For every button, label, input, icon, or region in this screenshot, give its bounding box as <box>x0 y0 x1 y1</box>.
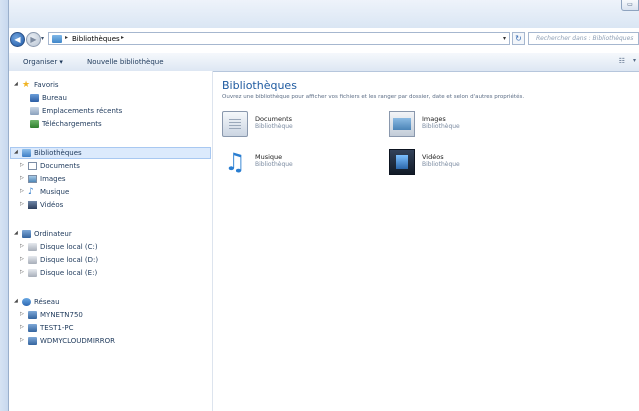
expand-arrow-icon[interactable]: ◢ <box>14 298 18 304</box>
collapse-arrow-icon[interactable]: ▷ <box>20 243 24 249</box>
library-tile-documents[interactable]: Documents Bibliothèque <box>222 111 372 139</box>
library-type: Bibliothèque <box>422 123 460 130</box>
network-computer-icon <box>28 337 37 345</box>
view-dropdown-button[interactable]: ▾ <box>633 57 636 64</box>
page-title: Bibliothèques <box>222 79 297 92</box>
tree-label: Téléchargements <box>42 120 102 128</box>
collapse-arrow-icon[interactable]: ▷ <box>20 256 24 262</box>
tree-label: Bureau <box>42 94 67 102</box>
collapse-arrow-icon[interactable]: ▷ <box>20 337 24 343</box>
breadcrumb-chevron-icon[interactable]: ▸ <box>65 34 68 41</box>
hard-drive-icon <box>28 269 37 277</box>
address-dropdown-button[interactable]: ▾ <box>503 35 506 42</box>
navigation-row: ◀ ▶ ▾ ▸ Bibliothèques ▸ ▾ ↻ Rechercher d… <box>10 31 639 49</box>
library-folder-icon <box>52 35 62 43</box>
library-type: Bibliothèque <box>255 161 293 168</box>
star-icon: ★ <box>22 80 31 90</box>
collapse-arrow-icon[interactable]: ▷ <box>20 201 24 207</box>
close-icon: ▭ <box>627 1 633 8</box>
music-icon: ♪ <box>28 187 34 197</box>
refresh-button[interactable]: ↻ <box>512 32 525 45</box>
search-input[interactable]: Rechercher dans : Bibliothèques <box>528 32 639 45</box>
documents-library-icon <box>222 111 248 137</box>
library-name: Images <box>422 115 446 123</box>
content-pane: Bibliothèques Ouvrez une bibliothèque po… <box>213 71 639 411</box>
tree-label: Disque local (D:) <box>40 256 99 264</box>
window-left-border <box>0 0 9 411</box>
change-view-icon[interactable]: ☷ <box>619 57 625 65</box>
collapse-arrow-icon[interactable]: ▷ <box>20 324 24 330</box>
tree-label: Réseau <box>34 298 60 306</box>
back-button[interactable]: ◀ <box>10 32 25 47</box>
videos-icon <box>28 201 37 209</box>
collapse-arrow-icon[interactable]: ▷ <box>20 311 24 317</box>
command-bar: Organiser ▾ Nouvelle bibliothèque ☷ ▾ <box>9 52 639 72</box>
library-tile-images[interactable]: Images Bibliothèque <box>389 111 539 139</box>
tree-label: Favoris <box>34 81 59 89</box>
library-tile-videos[interactable]: Vidéos Bibliothèque <box>389 149 539 177</box>
collapse-arrow-icon[interactable]: ▷ <box>20 162 24 168</box>
tree-label: Documents <box>40 162 80 170</box>
images-icon <box>28 175 37 183</box>
library-type: Bibliothèque <box>422 161 460 168</box>
collapse-arrow-icon[interactable]: ▷ <box>20 269 24 275</box>
tree-label: WDMYCLOUDMIRROR <box>40 337 116 345</box>
window-title-bar <box>0 0 639 28</box>
network-computer-icon <box>28 311 37 319</box>
music-library-icon: ♫ <box>224 148 246 176</box>
navigation-pane <box>9 71 213 411</box>
forward-button[interactable]: ▶ <box>26 32 41 47</box>
desktop-icon <box>30 94 39 102</box>
library-name: Musique <box>255 153 283 161</box>
tree-label: Emplacements récents <box>42 107 123 115</box>
tree-label: MYNETN750 <box>40 311 83 319</box>
tree-label: Vidéos <box>40 201 64 209</box>
tree-label: Disque local (E:) <box>40 269 98 277</box>
tree-label: Bibliothèques <box>34 149 82 157</box>
tree-label: Disque local (C:) <box>40 243 98 251</box>
videos-library-icon <box>389 149 415 175</box>
recent-pages-dropdown[interactable]: ▾ <box>41 35 44 42</box>
breadcrumb-libraries[interactable]: Bibliothèques <box>72 35 120 43</box>
window-close-button[interactable]: ▭ <box>621 0 639 11</box>
new-library-button[interactable]: Nouvelle bibliothèque <box>87 58 164 66</box>
collapse-arrow-icon[interactable]: ▷ <box>20 188 24 194</box>
expand-arrow-icon[interactable]: ◢ <box>14 149 18 155</box>
tree-label: Ordinateur <box>34 230 72 238</box>
breadcrumb-chevron-icon[interactable]: ▸ <box>121 34 124 41</box>
documents-icon <box>28 162 37 170</box>
tree-label: Musique <box>40 188 70 196</box>
library-type: Bibliothèque <box>255 123 293 130</box>
recent-places-icon <box>30 107 39 115</box>
tree-label: Images <box>40 175 66 183</box>
organise-button[interactable]: Organiser ▾ <box>23 58 63 66</box>
network-icon <box>22 298 31 306</box>
tree-label: TEST1-PC <box>40 324 74 332</box>
libraries-icon <box>22 149 31 157</box>
network-computer-icon <box>28 324 37 332</box>
hard-drive-icon <box>28 243 37 251</box>
images-library-icon <box>389 111 415 137</box>
address-bar[interactable]: ▸ Bibliothèques ▸ ▾ <box>48 32 510 45</box>
expand-arrow-icon[interactable]: ◢ <box>14 81 18 87</box>
library-tile-music[interactable]: ♫ Musique Bibliothèque <box>222 149 372 177</box>
expand-arrow-icon[interactable]: ◢ <box>14 230 18 236</box>
hard-drive-icon <box>28 256 37 264</box>
downloads-icon <box>30 120 39 128</box>
library-name: Documents <box>255 115 293 123</box>
page-description: Ouvrez une bibliothèque pour afficher vo… <box>222 94 525 100</box>
computer-icon <box>22 230 31 238</box>
library-name: Vidéos <box>422 153 444 161</box>
collapse-arrow-icon[interactable]: ▷ <box>20 175 24 181</box>
